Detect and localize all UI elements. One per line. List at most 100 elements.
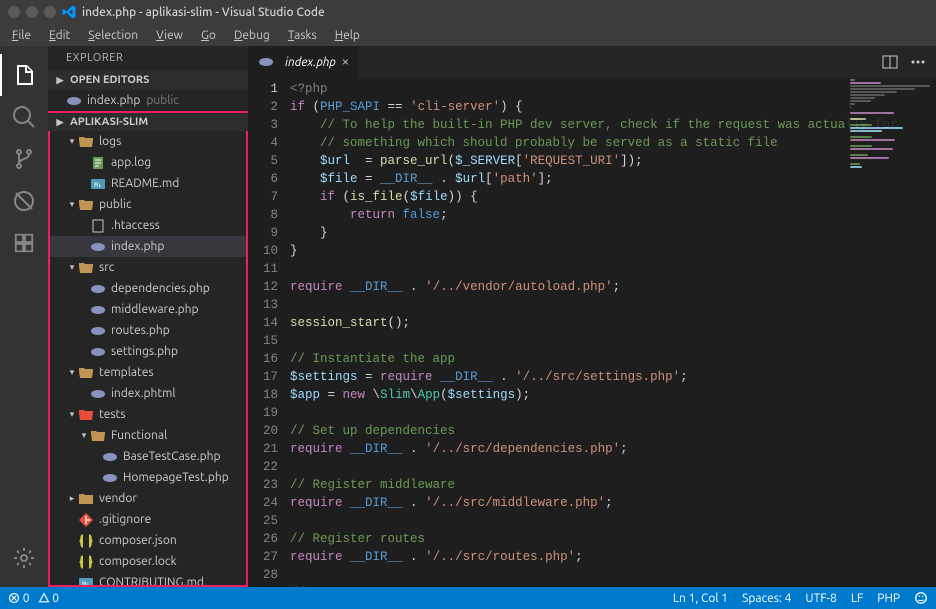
line-gutter[interactable]: 1234567891011121314151617181920212223242…	[248, 78, 290, 587]
item-label: settings.php	[111, 345, 178, 358]
file-item[interactable]: .gitignore	[50, 509, 246, 530]
item-label: index.phtml	[111, 387, 176, 400]
php-icon	[90, 302, 106, 318]
chevron-down-icon: ▶	[54, 117, 66, 128]
folder-open-icon	[78, 197, 94, 213]
code-content[interactable]: <?phpif (PHP_SAPI == 'cli-server') { // …	[290, 78, 936, 587]
error-count[interactable]: 0	[8, 592, 30, 605]
window-titlebar: index.php - aplikasi-slim - Visual Studi…	[0, 0, 936, 24]
item-label: routes.php	[111, 324, 170, 337]
eol[interactable]: LF	[851, 592, 863, 605]
close-icon[interactable]: ×	[342, 55, 349, 69]
file-item[interactable]: composer.lock	[50, 551, 246, 572]
php-file-icon	[258, 54, 274, 70]
folder-item[interactable]: ▾logs	[50, 131, 246, 152]
editor-tab[interactable]: index.php ×	[248, 46, 360, 78]
php-icon	[90, 239, 106, 255]
folder-item[interactable]: ▾templates	[50, 362, 246, 383]
debug-icon[interactable]	[0, 180, 48, 222]
file-item[interactable]: dependencies.php	[50, 278, 246, 299]
md-icon: M↓	[78, 575, 94, 588]
item-label: HomepageTest.php	[123, 471, 229, 484]
open-editor-name: index.php	[87, 94, 140, 107]
item-label: public	[99, 198, 132, 211]
file-item[interactable]: routes.php	[50, 320, 246, 341]
more-icon[interactable]	[910, 54, 926, 70]
activity-bar	[0, 46, 48, 587]
file-item[interactable]: settings.php	[50, 341, 246, 362]
php-icon	[90, 386, 106, 402]
chevron-down-icon: ▾	[66, 262, 78, 273]
folder-item[interactable]: ▾Functional	[50, 425, 246, 446]
file-item[interactable]: index.php	[50, 236, 246, 257]
file-tree: ▾logsapp.log M↓ README.md ▾ public .htaccess i…	[48, 131, 248, 587]
file-item[interactable]: index.phtml	[50, 383, 246, 404]
open-editor-item[interactable]: index.php public	[48, 90, 248, 111]
menu-view[interactable]: View	[148, 27, 191, 44]
item-label: CONTRIBUTING.md	[99, 576, 204, 587]
svg-text:M↓: M↓	[94, 182, 101, 189]
item-label: README.md	[111, 177, 179, 190]
source-control-icon[interactable]	[0, 138, 48, 180]
explorer-icon[interactable]	[0, 54, 48, 96]
php-icon	[102, 470, 118, 486]
item-label: index.php	[111, 240, 164, 253]
chevron-down-icon: ▾	[66, 199, 78, 210]
item-label: templates	[99, 366, 154, 379]
menu-file[interactable]: File	[4, 27, 39, 44]
folder-item[interactable]: ▸vendor	[50, 488, 246, 509]
editor-area: index.php × 1234567891011121314151617181…	[248, 46, 936, 587]
item-label: tests	[99, 408, 125, 421]
file-item[interactable]: middleware.php	[50, 299, 246, 320]
git-icon	[78, 512, 94, 528]
project-header[interactable]: ▶ APLIKASI-SLIM	[48, 111, 248, 131]
folder-item[interactable]: ▾src	[50, 257, 246, 278]
folder-item[interactable]: ▾ public	[50, 194, 246, 215]
php-icon	[90, 344, 106, 360]
menu-help[interactable]: Help	[327, 27, 368, 44]
json-icon	[78, 554, 94, 570]
window-close-icon[interactable]	[8, 6, 20, 18]
extensions-icon[interactable]	[0, 222, 48, 264]
encoding[interactable]: UTF-8	[805, 592, 836, 605]
file-item[interactable]: app.log	[50, 152, 246, 173]
menu-go[interactable]: Go	[193, 27, 224, 44]
file-item[interactable]: .htaccess	[50, 215, 246, 236]
minimap[interactable]	[846, 78, 936, 587]
indentation[interactable]: Spaces: 4	[742, 592, 791, 605]
folder-open-icon	[90, 428, 106, 444]
window-maximize-icon[interactable]	[44, 6, 56, 18]
item-label: BaseTestCase.php	[123, 450, 220, 463]
menu-tasks[interactable]: Tasks	[280, 27, 325, 44]
chevron-down-icon: ▾	[66, 409, 78, 420]
file-item[interactable]: composer.json	[50, 530, 246, 551]
explorer-sidebar: EXPLORER ▶ OPEN EDITORS index.php public…	[48, 46, 248, 587]
file-item[interactable]: HomepageTest.php	[50, 467, 246, 488]
open-editors-header[interactable]: ▶ OPEN EDITORS	[48, 70, 248, 90]
search-icon[interactable]	[0, 96, 48, 138]
sidebar-title: EXPLORER	[48, 46, 248, 70]
menu-edit[interactable]: Edit	[41, 27, 78, 44]
php-file-icon	[66, 93, 82, 109]
file-item[interactable]: BaseTestCase.php	[50, 446, 246, 467]
folder-open-icon	[78, 134, 94, 150]
split-editor-icon[interactable]	[882, 54, 898, 70]
warning-count[interactable]: 0	[38, 592, 60, 605]
settings-icon[interactable]	[0, 537, 48, 579]
php-icon	[102, 449, 118, 465]
window-minimize-icon[interactable]	[26, 6, 38, 18]
file-item[interactable]: M↓ README.md	[50, 173, 246, 194]
item-label: dependencies.php	[111, 282, 210, 295]
folder-item[interactable]: ▾ tests	[50, 404, 246, 425]
item-label: composer.lock	[99, 555, 177, 568]
menu-debug[interactable]: Debug	[226, 27, 278, 44]
item-label: vendor	[99, 492, 137, 505]
language-mode[interactable]: PHP	[877, 592, 900, 605]
item-label: composer.json	[99, 534, 177, 547]
md-icon: M↓	[90, 176, 106, 192]
menu-selection[interactable]: Selection	[80, 27, 146, 44]
open-editors-label: OPEN EDITORS	[70, 74, 149, 86]
cursor-position[interactable]: Ln 1, Col 1	[673, 592, 728, 605]
feedback-icon[interactable]	[914, 591, 928, 605]
file-item[interactable]: M↓ CONTRIBUTING.md	[50, 572, 246, 587]
